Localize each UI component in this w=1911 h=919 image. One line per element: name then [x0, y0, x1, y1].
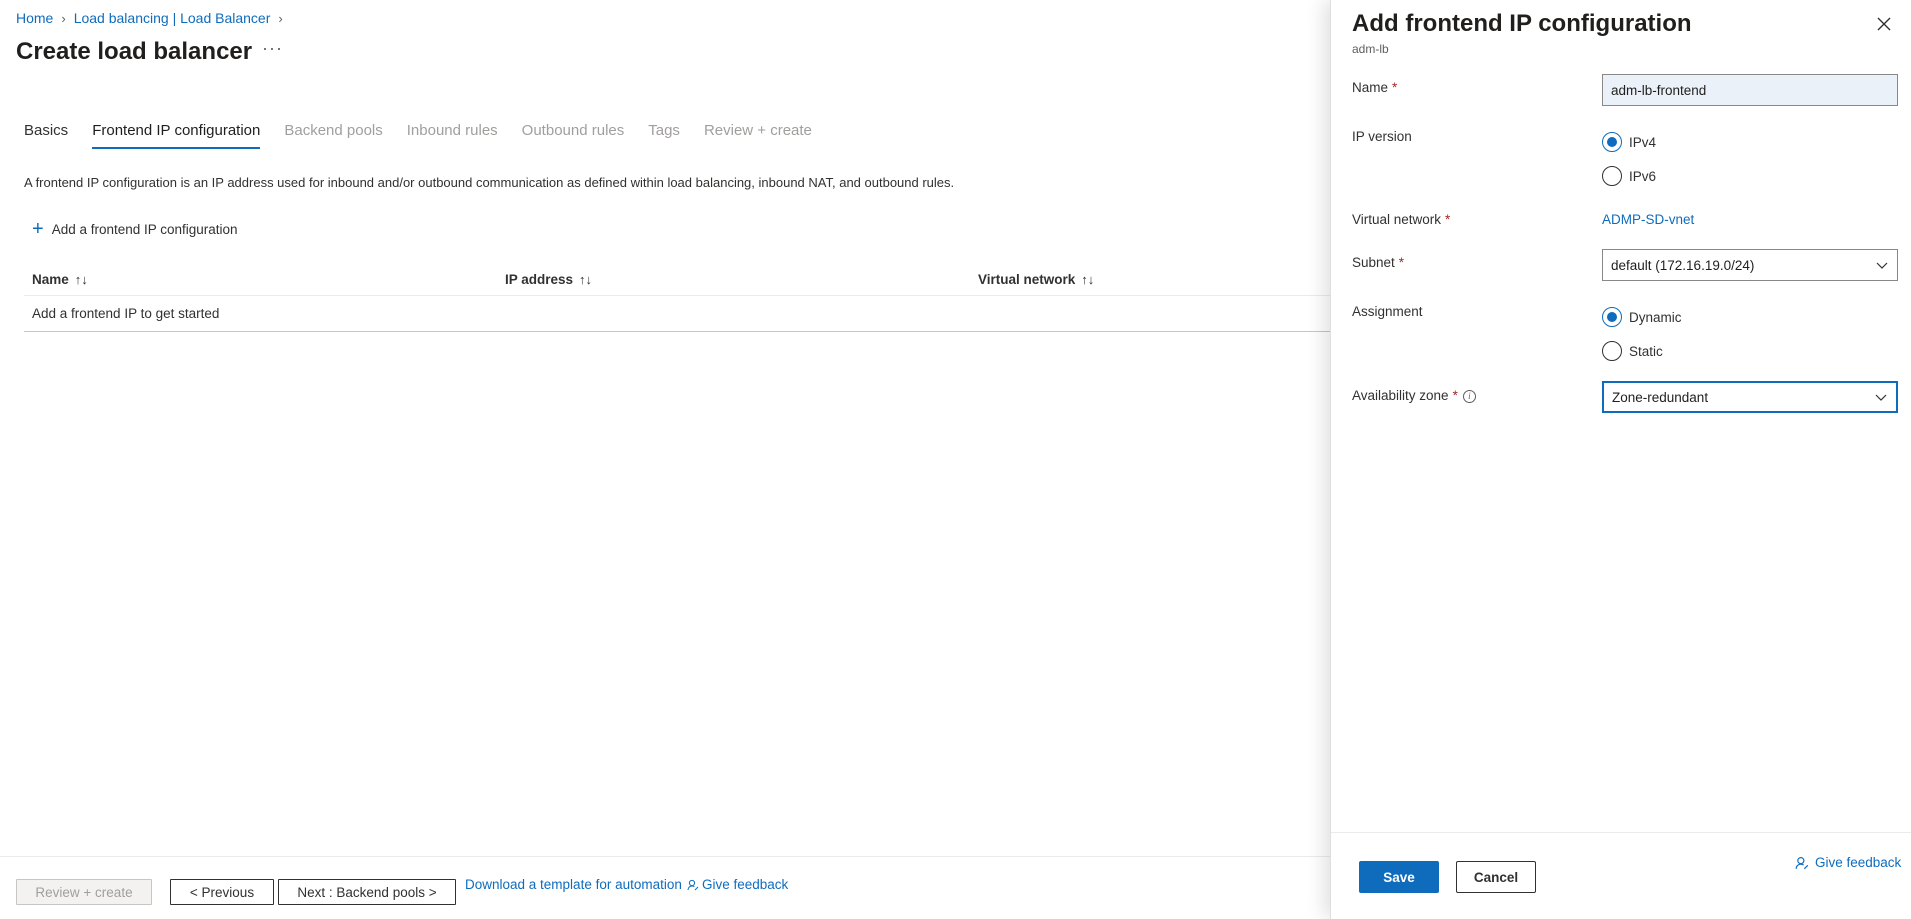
- table-header: Name ↑↓ IP address ↑↓ Virtual network ↑↓: [24, 264, 1330, 296]
- tab-review-create[interactable]: Review + create: [704, 122, 812, 149]
- column-header-ip-address[interactable]: IP address ↑↓: [497, 272, 970, 287]
- radio-unselected-icon: [1602, 341, 1622, 361]
- name-label: Name *: [1352, 80, 1397, 95]
- next-backend-pools-button[interactable]: Next : Backend pools >: [278, 879, 456, 905]
- breadcrumb-home[interactable]: Home: [16, 10, 53, 26]
- tab-inbound-rules[interactable]: Inbound rules: [407, 122, 498, 149]
- assignment-dynamic-radio[interactable]: Dynamic: [1602, 307, 1682, 327]
- panel-give-feedback-link[interactable]: Give feedback: [1795, 855, 1901, 870]
- column-label: Name: [32, 272, 69, 287]
- panel-give-feedback-label: Give feedback: [1815, 855, 1902, 870]
- virtual-network-label-text: Virtual network: [1352, 212, 1442, 227]
- breadcrumb-load-balancing[interactable]: Load balancing | Load Balancer: [74, 10, 271, 26]
- frontend-description: A frontend IP configuration is an IP add…: [24, 175, 955, 190]
- tab-outbound-rules[interactable]: Outbound rules: [522, 122, 625, 149]
- chevron-down-icon: [1875, 394, 1887, 401]
- required-mark: *: [1398, 255, 1405, 270]
- subnet-selected-value: default (172.16.19.0/24): [1611, 257, 1755, 273]
- required-mark: *: [1452, 388, 1458, 403]
- breadcrumb: Home › Load balancing | Load Balancer ›: [16, 10, 291, 26]
- radio-unselected-icon: [1602, 166, 1622, 186]
- ip-version-ipv6-radio[interactable]: IPv6: [1602, 166, 1656, 186]
- availability-zone-selected-value: Zone-redundant: [1612, 389, 1709, 405]
- ip-version-label: IP version: [1352, 129, 1412, 144]
- availability-zone-select[interactable]: Zone-redundant: [1602, 381, 1898, 413]
- sort-icon: ↑↓: [579, 272, 593, 287]
- chevron-down-icon: [1876, 262, 1888, 269]
- availability-zone-label: Availability zone * i: [1352, 388, 1476, 403]
- ip-version-ipv4-radio[interactable]: IPv4: [1602, 132, 1656, 152]
- ip-version-ipv6-label: IPv6: [1629, 168, 1657, 184]
- add-frontend-ip-panel: Add frontend IP configuration adm-lb Nam…: [1330, 0, 1911, 919]
- save-button[interactable]: Save: [1359, 861, 1439, 893]
- wizard-tabs: Basics Frontend IP configuration Backend…: [24, 122, 812, 149]
- chevron-right-icon: ›: [61, 10, 66, 26]
- radio-selected-icon: [1602, 307, 1622, 327]
- panel-subtitle: adm-lb: [1352, 42, 1389, 56]
- plus-icon: +: [32, 218, 44, 240]
- add-frontend-ip-button[interactable]: + Add a frontend IP configuration: [32, 218, 238, 240]
- sort-icon: ↑↓: [74, 272, 88, 287]
- close-icon[interactable]: [1872, 12, 1896, 36]
- column-header-name[interactable]: Name ↑↓: [24, 272, 497, 287]
- virtual-network-link[interactable]: ADMP-SD-vnet: [1602, 212, 1694, 227]
- review-create-button[interactable]: Review + create: [16, 879, 152, 905]
- sort-icon: ↑↓: [1081, 272, 1095, 287]
- tab-frontend-ip-configuration[interactable]: Frontend IP configuration: [92, 122, 261, 149]
- frontend-ip-table: Name ↑↓ IP address ↑↓ Virtual network ↑↓…: [24, 264, 1330, 332]
- add-frontend-ip-label: Add a frontend IP configuration: [51, 221, 238, 237]
- previous-button[interactable]: < Previous: [170, 879, 274, 905]
- tab-basics[interactable]: Basics: [24, 122, 68, 149]
- column-label: IP address: [505, 272, 574, 287]
- more-options-icon[interactable]: ···: [262, 38, 283, 59]
- create-load-balancer-page: Home › Load balancing | Load Balancer › …: [0, 0, 1330, 919]
- cancel-button[interactable]: Cancel: [1456, 861, 1536, 893]
- give-feedback-label: Give feedback: [702, 877, 789, 892]
- chevron-right-icon: ›: [278, 10, 283, 26]
- wizard-footer: Review + create < Previous Next : Backen…: [0, 856, 1330, 919]
- tab-tags[interactable]: Tags: [648, 122, 680, 149]
- table-empty-row: Add a frontend IP to get started: [24, 296, 1330, 332]
- panel-title: Add frontend IP configuration: [1352, 10, 1692, 37]
- availability-zone-label-text: Availability zone: [1352, 388, 1449, 403]
- virtual-network-label: Virtual network *: [1352, 212, 1450, 227]
- required-mark: *: [1445, 212, 1451, 227]
- name-input[interactable]: adm-lb-frontend: [1602, 74, 1898, 106]
- assignment-dynamic-label: Dynamic: [1629, 309, 1682, 325]
- panel-footer: Give feedback Save Cancel: [1331, 832, 1911, 919]
- radio-selected-icon: [1602, 132, 1622, 152]
- column-header-virtual-network[interactable]: Virtual network ↑↓: [970, 272, 1330, 287]
- download-template-link[interactable]: Download a template for automation: [465, 877, 682, 892]
- required-mark: *: [1392, 80, 1398, 95]
- subnet-label-text: Subnet: [1352, 255, 1395, 270]
- subnet-label: Subnet *: [1352, 255, 1404, 270]
- page-title: Create load balancer: [16, 38, 253, 65]
- ip-version-ipv4-label: IPv4: [1629, 134, 1657, 150]
- assignment-static-radio[interactable]: Static: [1602, 341, 1663, 361]
- assignment-static-label: Static: [1629, 343, 1663, 359]
- tab-backend-pools[interactable]: Backend pools: [284, 122, 382, 149]
- assignment-label: Assignment: [1352, 304, 1423, 319]
- name-label-text: Name: [1352, 80, 1389, 95]
- feedback-icon: [1795, 856, 1809, 869]
- give-feedback-link[interactable]: Give feedback: [687, 877, 788, 892]
- subnet-select[interactable]: default (172.16.19.0/24): [1602, 249, 1898, 281]
- info-icon[interactable]: i: [1462, 389, 1476, 403]
- column-label: Virtual network: [978, 272, 1076, 287]
- feedback-icon: [687, 879, 699, 890]
